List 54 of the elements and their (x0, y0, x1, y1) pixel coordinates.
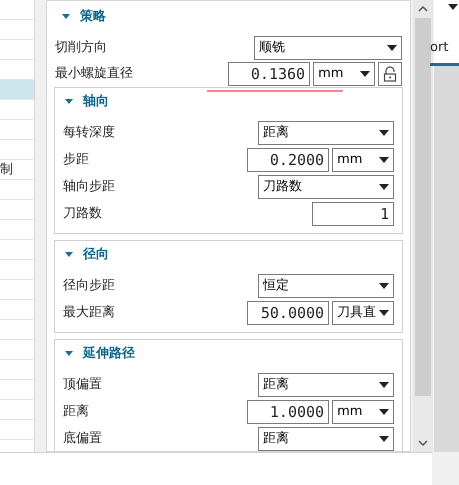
list-row[interactable] (0, 80, 34, 100)
field-label: 顶偏置 (62, 376, 102, 394)
dropdown-caret-icon (379, 157, 390, 163)
dropdown-caret-icon (379, 409, 390, 415)
dropdown-caret-icon (448, 4, 458, 10)
list-row[interactable]: 制 (0, 160, 34, 180)
number-field[interactable]: 1 (312, 202, 394, 226)
dropdown[interactable]: 距离 (258, 427, 394, 451)
dropdown[interactable]: mm (313, 62, 376, 86)
section-title[interactable]: 轴向 (82, 92, 109, 112)
dropdown-caret-icon (360, 71, 370, 77)
unlock-button[interactable] (378, 62, 402, 86)
field-label: 刀路数 (62, 205, 102, 224)
dropdown[interactable]: 距离 (258, 373, 394, 397)
number-field[interactable]: 0.2000 (247, 148, 330, 172)
number-field[interactable]: 1.0000 (247, 400, 330, 424)
dropdown-caret-icon (387, 45, 398, 51)
section-title[interactable]: 径向 (82, 245, 109, 265)
collapse-icon[interactable] (64, 99, 73, 105)
scroll-down-icon[interactable] (418, 440, 428, 446)
dropdown[interactable]: mm (332, 400, 394, 424)
section-title[interactable]: 延伸路径 (82, 344, 135, 364)
dropdown-caret-icon (379, 382, 390, 388)
scroll-up-icon[interactable] (418, 6, 428, 12)
field-label: 轴向步距 (62, 178, 115, 196)
field-label: 步距 (62, 151, 89, 170)
collapse-icon[interactable] (62, 14, 70, 20)
field-label: 径向步距 (62, 277, 115, 296)
collapse-icon[interactable] (64, 351, 73, 357)
dropdown[interactable]: 刀路数 (258, 175, 394, 199)
dropdown-caret-icon (379, 130, 390, 136)
unlocked-lock-icon (383, 66, 398, 82)
field-label: 最大距离 (62, 304, 115, 322)
dropdown[interactable]: 恒定 (258, 274, 394, 298)
collapse-icon[interactable] (64, 252, 73, 258)
dropdown-caret-icon (379, 184, 390, 190)
dropdown[interactable]: 刀具直 (332, 301, 394, 325)
dropdown[interactable]: 顺铣 (254, 36, 402, 60)
dropdown[interactable] (434, 0, 459, 18)
number-field[interactable]: 0.1360 (228, 62, 310, 86)
field-label: 最小螺旋直径 (54, 65, 133, 84)
field-label: 切削方向 (54, 39, 107, 58)
dropdown[interactable]: 距离 (258, 121, 394, 145)
dropdown-caret-icon (379, 310, 390, 316)
dropdown-caret-icon (379, 283, 390, 289)
field-label: 距离 (62, 403, 89, 422)
field-label: 每转深度 (62, 124, 115, 142)
dropdown-caret-icon (379, 436, 390, 442)
scrollbar-thumb[interactable] (415, 18, 432, 396)
dropdown[interactable]: mm (332, 148, 394, 172)
tab[interactable]: ort (430, 33, 459, 66)
section-title[interactable]: 策略 (80, 7, 106, 27)
field-label: 底偏置 (62, 430, 102, 448)
number-field[interactable]: 50.0000 (247, 301, 330, 325)
